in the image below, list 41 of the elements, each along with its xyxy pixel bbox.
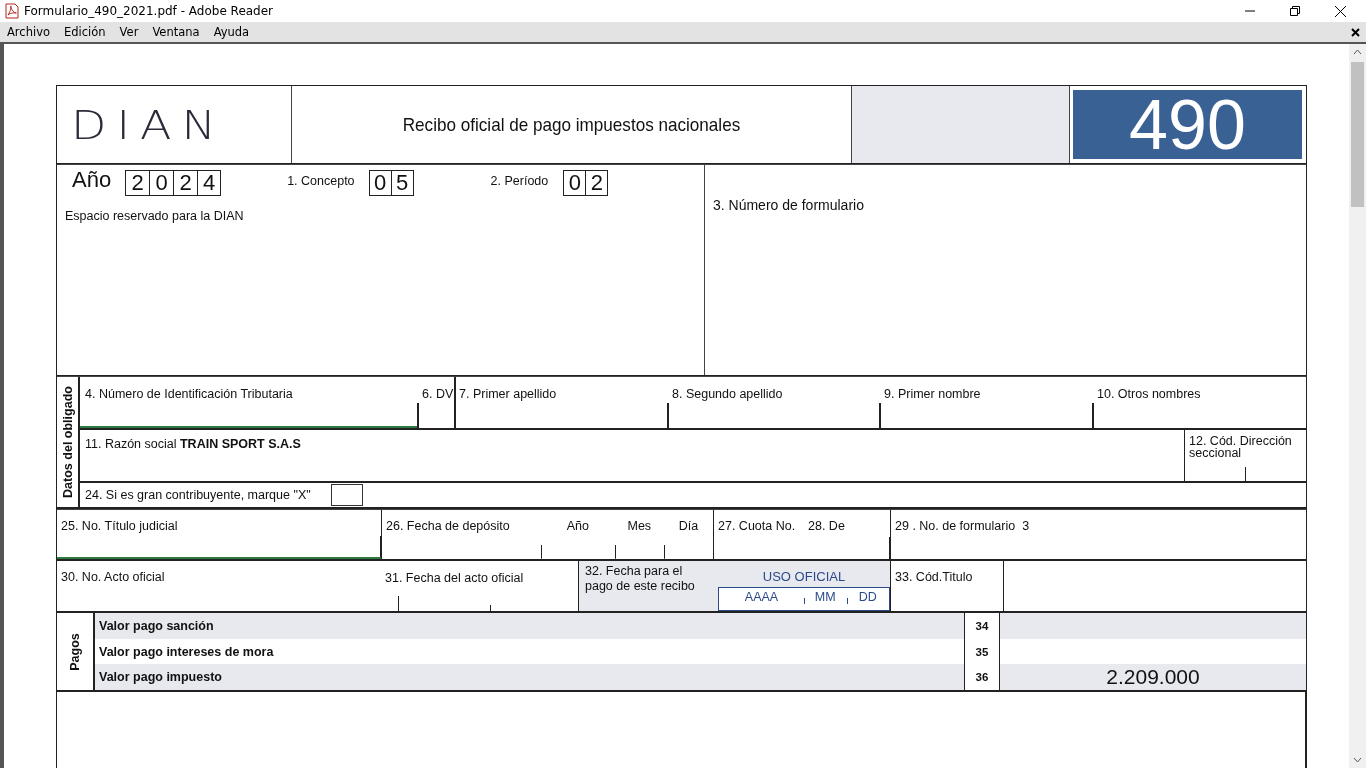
scroll-thumb[interactable] xyxy=(1351,62,1364,207)
reserved-area-label: Espacio reservado para la DIAN xyxy=(65,209,245,223)
menu-item[interactable]: Edición xyxy=(64,25,106,39)
scrollbar[interactable] xyxy=(1346,44,1366,768)
line-number: 36 xyxy=(964,664,1000,690)
date-part-field: AAAA xyxy=(719,588,804,604)
amount-field[interactable]: 2.209.000 xyxy=(1000,665,1306,690)
line-number: 34 xyxy=(964,613,1000,639)
menu-item[interactable]: Ayuda xyxy=(213,25,250,39)
payment-label: Valor pago sanción xyxy=(98,618,215,633)
field-label: 3. Número de formulario xyxy=(713,197,864,213)
period-field[interactable]: 0 2 xyxy=(563,170,609,196)
section-label: Datos del obligado xyxy=(60,386,75,498)
payment-label: Valor pago impuesto xyxy=(98,670,223,685)
pdf-file-icon xyxy=(4,3,20,19)
form-number: 490 xyxy=(1073,90,1302,159)
field-label: 2. Período xyxy=(490,174,549,188)
form-title: Recibo oficial de pago impuestos nacionales xyxy=(402,113,741,136)
checkbox[interactable] xyxy=(330,484,363,506)
field-label: 1. Concepto xyxy=(287,174,355,188)
menu-item[interactable]: Ventana xyxy=(152,25,200,39)
concept-field[interactable]: 0 5 xyxy=(368,170,414,196)
line-number: 35 xyxy=(964,638,1000,665)
section-label: Pagos xyxy=(68,632,82,671)
year-field[interactable]: 2 0 2 4 xyxy=(125,170,222,196)
form-field[interactable]: 33. Cód.Titulo xyxy=(890,561,1003,611)
menu-item[interactable]: Ver xyxy=(119,25,139,39)
payment-label: Valor pago intereses de mora xyxy=(98,644,275,659)
restore-icon[interactable] xyxy=(1290,6,1300,16)
year-label: Año xyxy=(72,167,112,193)
logo: DIAN xyxy=(71,101,226,148)
official-use-label: USO OFICIAL xyxy=(762,569,846,584)
form-field: 32. Fecha para el pago de este recibo xyxy=(578,561,718,611)
close-icon[interactable] xyxy=(1351,27,1360,37)
menu-item[interactable]: Archivo xyxy=(7,25,50,39)
form-field[interactable]: 29 . No. de formulario 3 xyxy=(890,510,1306,559)
window-title: Formulario_490_2021.pdf - Adobe Reader xyxy=(24,4,274,18)
business-name-field[interactable]: 11. Razón social TRAIN SPORT S.A.S xyxy=(80,430,1184,481)
field-label: 24. Si es gran contribuyente, marque "X" xyxy=(85,488,311,502)
close-icon[interactable] xyxy=(1335,5,1346,17)
form-field[interactable]: 30. No. Acto oficial xyxy=(57,561,381,611)
